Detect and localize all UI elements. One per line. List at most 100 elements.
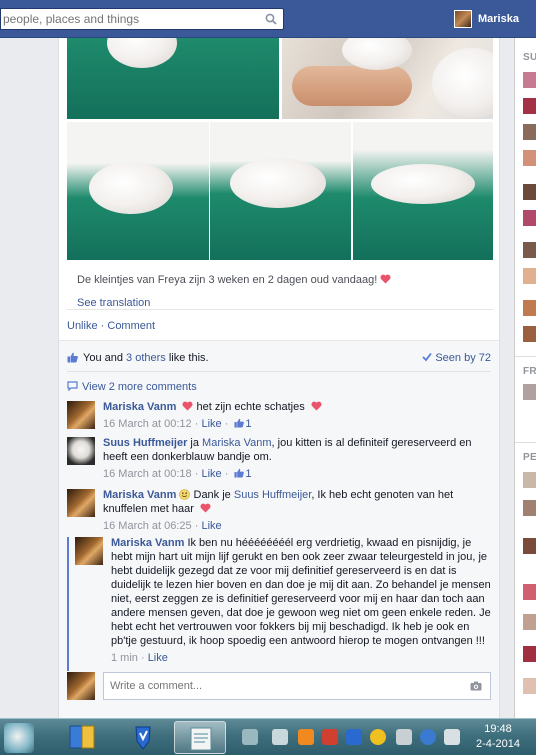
notepad-icon <box>190 727 212 751</box>
seen-by[interactable]: Seen by 72 <box>422 352 491 364</box>
comment-text: het zijn echte schatjes <box>196 401 305 413</box>
sidebar-label-people: PE <box>523 452 536 463</box>
avatar[interactable] <box>523 98 536 114</box>
start-button[interactable] <box>4 723 34 753</box>
comment-body: Suus Huffmeijer ja Mariska Vanm, jou kit… <box>103 436 491 481</box>
post-photo-1[interactable] <box>67 38 279 119</box>
avatar[interactable] <box>454 10 472 28</box>
commenter-name[interactable]: Mariska Vanm <box>103 401 176 413</box>
comment-item: Suus Huffmeijer ja Mariska Vanm, jou kit… <box>67 437 491 483</box>
like-link[interactable]: Like <box>201 418 221 430</box>
avatar[interactable] <box>523 538 536 554</box>
mention-link[interactable]: Suus Huffmeijer <box>234 489 311 501</box>
commenter-name[interactable]: Mariska Vanm <box>103 489 176 501</box>
see-translation-link[interactable]: See translation <box>77 297 150 309</box>
mention-link[interactable]: Mariska Vanm <box>202 437 271 449</box>
unlike-link[interactable]: Unlike <box>67 320 98 332</box>
post-photo-5[interactable] <box>353 122 493 260</box>
hand-image <box>292 66 412 106</box>
comment-time[interactable]: 16 March at 00:18 <box>103 468 192 480</box>
taskbar-app-library[interactable] <box>58 721 110 754</box>
avatar[interactable] <box>523 500 536 516</box>
avatar[interactable] <box>75 537 103 565</box>
heart-icon <box>200 503 211 513</box>
avatar[interactable] <box>523 72 536 88</box>
avatar[interactable] <box>523 678 536 694</box>
comment-item: Mariska Vanm Ik ben nu héééééééél erg ve… <box>67 537 491 671</box>
comment-box[interactable] <box>103 672 491 700</box>
left-gutter <box>0 38 58 718</box>
like-link[interactable]: Like <box>201 520 221 532</box>
like-link[interactable]: Like <box>148 652 168 664</box>
top-bar: Mariska <box>0 0 536 38</box>
avatar[interactable] <box>523 184 536 200</box>
post-actions: Unlike · Comment <box>67 320 155 332</box>
tray-icon[interactable] <box>322 729 338 745</box>
thumbs-up-icon <box>234 468 245 478</box>
commenter-name[interactable]: Suus Huffmeijer <box>103 437 187 449</box>
comment-time[interactable]: 16 March at 06:25 <box>103 520 192 532</box>
post-photo-3[interactable] <box>67 122 209 260</box>
search-box[interactable] <box>0 8 284 30</box>
divider <box>515 442 536 443</box>
keyboard-icon[interactable] <box>242 729 258 745</box>
view-more-text[interactable]: View 2 more comments <box>82 381 197 393</box>
avatar[interactable] <box>67 672 95 700</box>
camera-icon[interactable] <box>470 681 482 691</box>
clock-date: 2-4-2014 <box>475 738 521 750</box>
heart-icon <box>182 401 193 411</box>
comment-meta: 16 March at 06:25 · Like <box>103 520 222 532</box>
likes-you-and: You and <box>83 352 123 364</box>
network-icon[interactable] <box>396 729 412 745</box>
display-icon[interactable] <box>444 729 460 745</box>
comment-link[interactable]: Comment <box>107 320 155 332</box>
avatar[interactable] <box>67 401 95 429</box>
comment-body: Mariska Vanm Ik ben nu héééééééél erg ve… <box>111 536 491 665</box>
profile-link[interactable]: Mariska <box>454 10 519 28</box>
avatar[interactable] <box>523 614 536 630</box>
post-caption-area: De kleintjes van Freya zijn 3 weken en 2… <box>67 264 493 310</box>
avatar[interactable] <box>67 489 95 517</box>
avatar[interactable] <box>523 150 536 166</box>
likes-count[interactable]: 1 <box>245 418 251 430</box>
update-icon[interactable] <box>420 729 436 745</box>
commenter-name[interactable]: Mariska Vanm <box>111 537 184 549</box>
tray-icon[interactable] <box>272 729 288 745</box>
avatar[interactable] <box>523 472 536 488</box>
likes-others-link[interactable]: 3 others <box>126 352 166 364</box>
search-icon[interactable] <box>265 13 277 25</box>
likes-count[interactable]: 1 <box>245 468 251 480</box>
likes-like-this: like this. <box>168 352 209 364</box>
warning-icon[interactable] <box>370 729 386 745</box>
avatar[interactable] <box>523 326 536 342</box>
clock[interactable]: 19:48 2-4-2014 <box>466 722 530 752</box>
taskbar-app-security[interactable] <box>116 721 168 754</box>
check-icon <box>422 352 433 362</box>
sidebar-label-friends: FR <box>523 366 536 377</box>
avatar[interactable] <box>523 210 536 226</box>
post-photo-2[interactable] <box>282 38 493 119</box>
avatar[interactable] <box>523 646 536 662</box>
comment-time[interactable]: 1 min <box>111 652 138 664</box>
view-more-comments[interactable]: View 2 more comments <box>67 381 197 393</box>
shield-tray-icon[interactable] <box>346 729 362 745</box>
avatar[interactable] <box>523 384 536 400</box>
comment-body: Mariska Vanm Dank je Suus Huffmeijer, Ik… <box>103 488 491 533</box>
comment-time[interactable]: 16 March at 00:12 <box>103 418 192 430</box>
taskbar-app-browser[interactable] <box>174 721 226 754</box>
vlc-icon[interactable] <box>298 729 314 745</box>
avatar[interactable] <box>523 124 536 140</box>
comment-input[interactable] <box>104 673 454 699</box>
avatar[interactable] <box>523 242 536 258</box>
avatar[interactable] <box>523 584 536 600</box>
comments-section: You and 3 others like this. Seen by 72 V… <box>59 340 499 718</box>
comment-text: ja <box>190 437 199 449</box>
avatar[interactable] <box>67 437 95 465</box>
seen-by-text[interactable]: Seen by 72 <box>435 352 491 364</box>
avatar[interactable] <box>523 300 536 316</box>
search-input[interactable] <box>1 9 263 29</box>
avatar[interactable] <box>523 268 536 284</box>
post-photo-4[interactable] <box>210 122 351 260</box>
profile-name[interactable]: Mariska <box>478 13 519 25</box>
like-link[interactable]: Like <box>201 468 221 480</box>
